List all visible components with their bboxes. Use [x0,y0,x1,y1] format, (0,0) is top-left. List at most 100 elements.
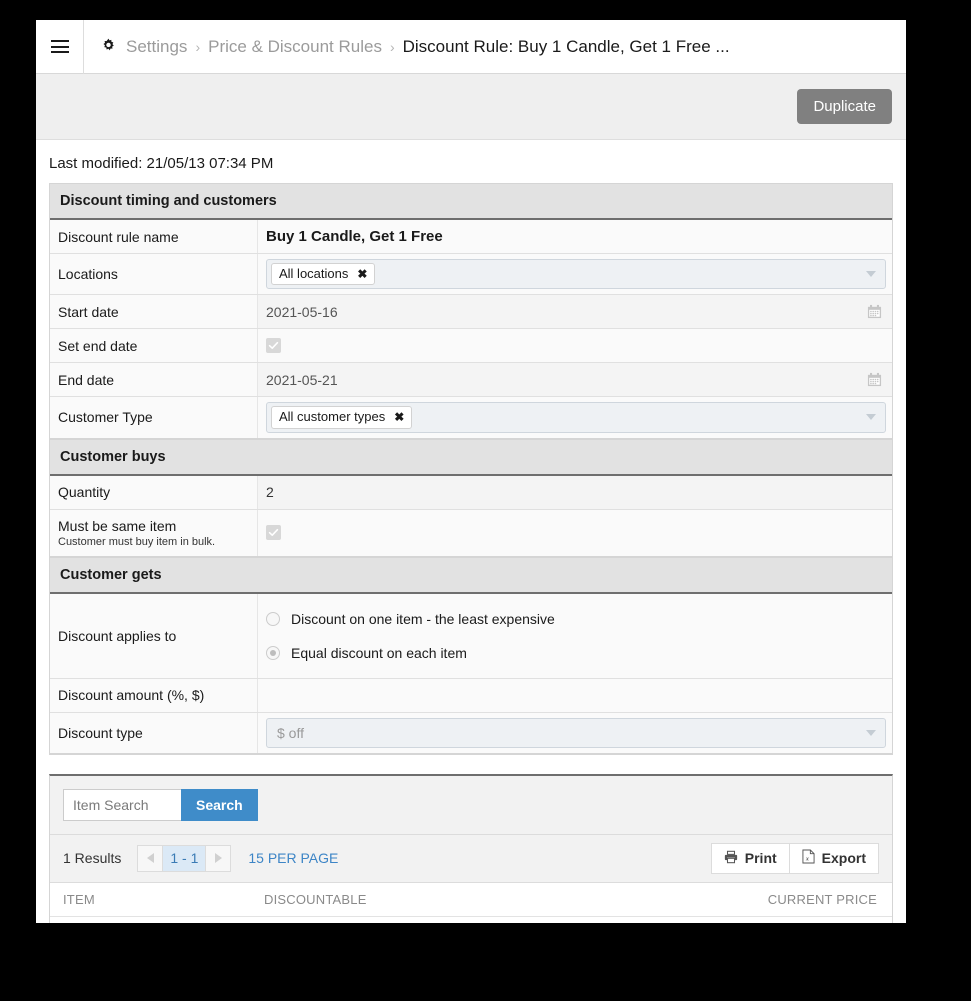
current-page-range[interactable]: 1 - 1 [163,844,206,872]
toolbar-actions: Print x Export [710,842,879,874]
label-set-end-date: Set end date [50,329,258,363]
tag-all-customer-types[interactable]: All customer types ✖ [271,406,413,429]
row-discount-applies-to: Discount applies to Discount on one item… [50,593,892,679]
sublabel-must-be-same-item: Customer must buy item in bulk. [58,535,216,548]
calendar-icon[interactable] [867,372,882,387]
radio-label-least-expensive: Discount on one item - the least expensi… [291,610,555,627]
label-customer-type: Customer Type [50,397,258,438]
excel-document-icon: x [802,849,815,867]
column-header-current-price[interactable]: CURRENT PRICE [559,882,892,917]
row-discount-rule-name: Discount rule name Buy 1 Candle, Get 1 F… [50,220,892,254]
row-start-date: Start date 2021-05-16 [50,295,892,330]
start-date-field[interactable]: 2021-05-16 [266,304,886,320]
label-discount-type: Discount type [50,712,258,753]
last-modified-text: Last modified: 21/05/13 07:34 PM [49,155,274,172]
breadcrumb-separator-2: › [389,38,395,55]
value-end-date[interactable]: 2021-05-21 [258,363,892,397]
section-customer-buys: Customer buys Quantity 2 Must be same it… [49,438,893,557]
chevron-down-icon[interactable] [866,271,876,278]
duplicate-button[interactable]: Duplicate [797,89,892,124]
locations-multiselect[interactable]: All locations ✖ [266,259,886,290]
search-button[interactable]: Search [181,788,258,821]
breadcrumb-item-settings[interactable]: Settings [126,37,187,57]
value-discount-applies-to: Discount on one item - the least expensi… [258,593,892,678]
breadcrumb-item-price-discount-rules[interactable]: Price & Discount Rules [208,37,382,57]
row-customer-type: Customer Type All customer types ✖ [50,397,892,439]
start-date-value: 2021-05-16 [266,303,338,320]
chevron-right-icon [214,853,222,864]
discount-applies-to-radio-group: Discount on one item - the least expensi… [266,599,886,673]
per-page-selector[interactable]: 15 PER PAGE [248,850,338,866]
label-text-must-be-same-item: Must be same item [58,517,177,534]
chevron-down-icon[interactable] [866,729,876,736]
section-title-customer-buys: Customer buys [50,439,892,476]
section-discount-timing: Discount timing and customers Discount r… [49,183,893,439]
results-toolbar: 1 Results 1 - 1 15 PER PAGE Print x Expo… [50,834,892,883]
print-label: Print [744,850,777,867]
end-date-field[interactable]: 2021-05-21 [266,372,886,388]
row-discount-type: Discount type $ off [50,712,892,754]
radio-label-equal-discount: Equal discount on each item [291,644,467,661]
radio-button-checked-icon[interactable] [266,645,280,660]
value-quantity[interactable]: 2 [258,475,892,509]
discount-type-select[interactable]: $ off [266,717,886,748]
radio-button-unchecked-icon[interactable] [266,611,280,626]
calendar-icon[interactable] [867,304,882,319]
section-title-discount-timing: Discount timing and customers [50,184,892,220]
row-set-end-date: Set end date [50,329,892,364]
value-locations: All locations ✖ [258,254,892,295]
tag-all-locations[interactable]: All locations ✖ [271,263,376,286]
screen: Settings › Price & Discount Rules › Disc… [0,0,971,1001]
previous-page-button[interactable] [137,844,164,872]
section-title-customer-gets: Customer gets [50,557,892,594]
row-discount-amount: Discount amount (%, $) [50,678,892,713]
value-discount-type: $ off [258,712,892,753]
hamburger-icon[interactable] [36,20,83,73]
radio-option-equal-discount[interactable]: Equal discount on each item [266,645,886,661]
top-header: Settings › Price & Discount Rules › Disc… [36,20,906,74]
cell-current-price: $10.00 [559,916,892,923]
search-strip: Search [50,775,892,835]
label-must-be-same-item: Must be same item Customer must buy item… [50,509,258,556]
next-page-button[interactable] [205,844,232,872]
export-button[interactable]: x Export [789,842,879,874]
value-start-date[interactable]: 2021-05-16 [258,295,892,329]
set-end-date-checkbox[interactable] [266,338,281,354]
value-discount-amount[interactable] [258,678,892,712]
cell-item: Candle [50,916,251,923]
row-end-date: End date 2021-05-21 [50,363,892,398]
breadcrumb: Settings › Price & Discount Rules › Disc… [84,37,730,57]
discount-type-selected-value: $ off [277,724,304,741]
item-search-input[interactable] [63,788,181,821]
item-results-panel: Search 1 Results 1 - 1 15 PER PAGE [49,773,893,923]
value-customer-type: All customer types ✖ [258,397,892,438]
pagination: 1 - 1 [137,844,232,872]
row-locations: Locations All locations ✖ [50,254,892,296]
label-end-date: End date [50,363,258,397]
column-header-discountable[interactable]: DISCOUNTABLE [251,882,560,917]
svg-text:x: x [805,857,809,863]
cell-discountable [251,916,560,923]
label-locations: Locations [50,254,258,295]
export-label: Export [821,850,866,867]
value-set-end-date [258,329,892,363]
label-discount-amount: Discount amount (%, $) [50,678,258,712]
table-row: Candle $10.00 [50,916,892,923]
end-date-value: 2021-05-21 [266,371,338,388]
remove-tag-icon[interactable]: ✖ [357,267,367,281]
chevron-down-icon[interactable] [866,414,876,421]
results-table-head: ITEM DISCOUNTABLE CURRENT PRICE [50,882,892,917]
column-header-item[interactable]: ITEM [50,882,251,917]
customer-type-multiselect[interactable]: All customer types ✖ [266,402,886,433]
label-start-date: Start date [50,295,258,329]
must-be-same-item-checkbox[interactable] [266,525,281,541]
results-table: ITEM DISCOUNTABLE CURRENT PRICE Candle [50,882,892,923]
page-content: Last modified: 21/05/13 07:34 PM Discoun… [36,140,906,923]
results-table-body: Candle $10.00 [50,916,892,923]
remove-tag-icon[interactable]: ✖ [394,410,404,424]
tag-label-all-locations: All locations [279,266,349,281]
gear-icon[interactable] [100,38,117,55]
radio-option-least-expensive[interactable]: Discount on one item - the least expensi… [266,611,886,627]
print-button[interactable]: Print [710,842,790,874]
results-count: 1 Results [63,850,122,867]
